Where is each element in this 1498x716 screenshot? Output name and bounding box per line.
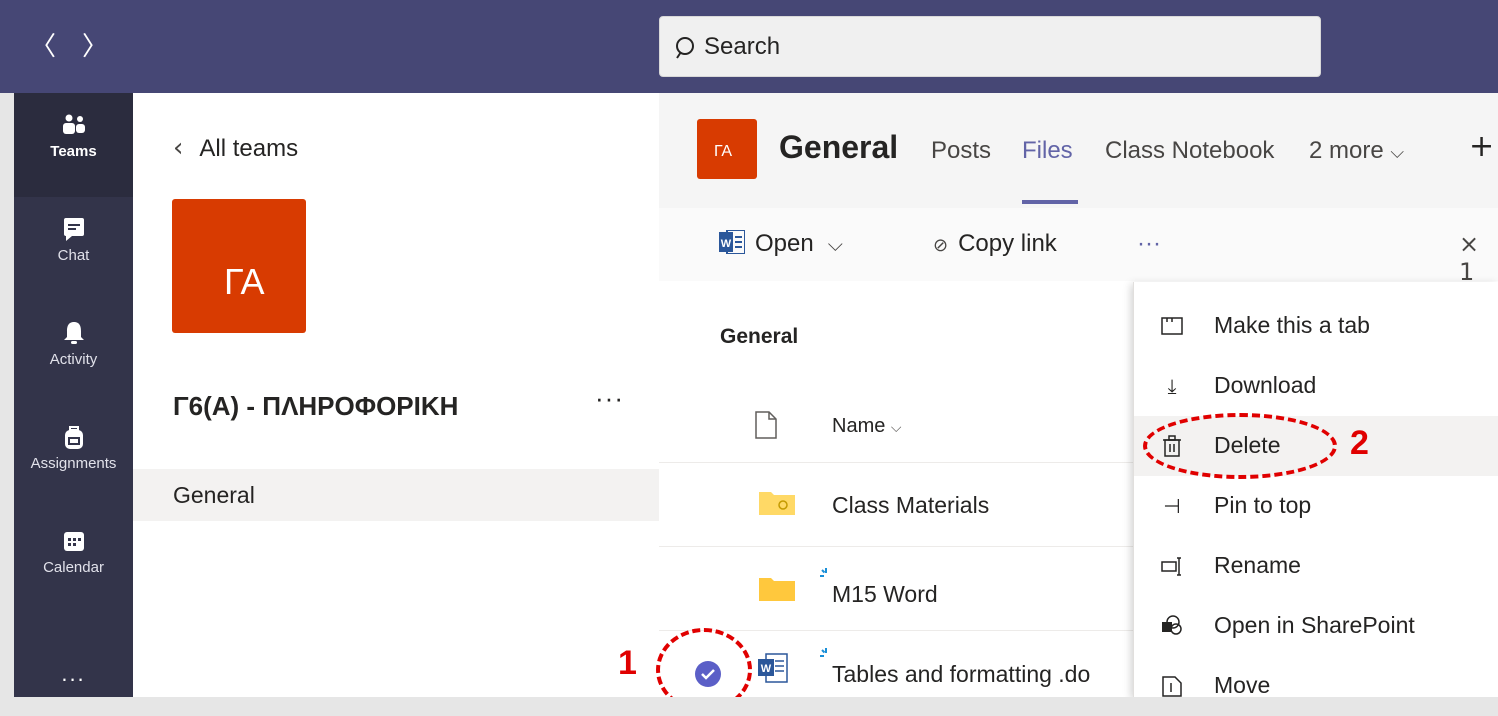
channel-avatar-initials: ΓΑ (714, 143, 733, 160)
folder-icon (759, 578, 795, 601)
title-bar: 〈 〉 (0, 0, 1498, 93)
channel-item-general[interactable]: General (133, 469, 659, 521)
all-teams-link[interactable]: ‹ All teams (173, 133, 298, 163)
chevron-down-icon: ⌵ (827, 232, 843, 256)
teams-icon (62, 114, 85, 134)
word-icon: W (719, 230, 745, 254)
step-1-label: 1 (618, 644, 637, 682)
menu-item-label: Make this a tab (1214, 312, 1370, 338)
tab-more[interactable]: 2 more ⌵ (1309, 137, 1404, 165)
chevron-down-icon: ⌵ (890, 420, 902, 436)
more-actions-button[interactable]: ··· (1137, 230, 1161, 258)
team-panel: ‹ All teams ΓΑ Γ6(Α) - ΠΛΗΡΟΦΟΡΙΚΗ ··· Ge… (133, 93, 659, 697)
team-avatar-initials: ΓΑ (224, 261, 265, 302)
close-icon: × (1459, 230, 1480, 258)
deselect-button[interactable]: × 1 (1459, 230, 1498, 286)
tab-more-label: 2 more (1309, 137, 1384, 164)
app-bar-label: Calendar (43, 559, 104, 576)
app-bar-label: Chat (57, 247, 90, 264)
team-name: Γ6(Α) - ΠΛΗΡΟΦΟΡΙΚΗ (173, 391, 459, 421)
app-bar-label: Assignments (30, 455, 117, 472)
all-teams-label: All teams (199, 135, 299, 162)
step-2-highlight (1143, 413, 1337, 479)
chevron-down-icon: ⌵ (1390, 142, 1405, 163)
menu-item-download[interactable]: ⤓ Download (1134, 356, 1498, 416)
app-bar-teams[interactable]: Teams (14, 93, 133, 197)
app-bar-edge (0, 93, 14, 697)
new-item-icon (820, 568, 827, 577)
channel-avatar: ΓΑ (697, 119, 757, 179)
add-tab-button[interactable]: + (1469, 129, 1494, 164)
bell-icon (63, 322, 84, 344)
pin-icon: ⊣ (1163, 494, 1181, 518)
menu-item-label: Open in SharePoint (1214, 612, 1415, 638)
open-button[interactable]: W Open ⌵ (719, 230, 843, 258)
app-bar-activity[interactable]: Activity (14, 301, 133, 405)
file-type-icon (755, 411, 777, 439)
menu-item-label: Move (1214, 672, 1271, 697)
svg-text:W: W (761, 663, 772, 675)
backpack-icon (64, 426, 83, 449)
word-file-icon: W (758, 653, 788, 683)
forward-arrow-icon[interactable]: 〉 (80, 30, 110, 64)
bottom-margin (0, 697, 1498, 716)
back-arrow-icon[interactable]: 〈 (28, 30, 58, 64)
menu-item-label: Pin to top (1214, 492, 1312, 518)
file-name[interactable]: M15 Word (832, 581, 938, 608)
rename-icon (1161, 557, 1181, 576)
tab-class-notebook[interactable]: Class Notebook (1105, 137, 1274, 165)
app-bar: Teams Chat Activity Assignments Calendar… (0, 93, 133, 697)
search-input[interactable] (704, 31, 1304, 63)
tab-icon (1161, 317, 1183, 335)
menu-item-open-sharepoint[interactable]: Open in SharePoint (1134, 596, 1498, 656)
breadcrumb: General (720, 325, 799, 348)
context-menu: Make this a tab ⤓ Download Delete ⊣ Pin … (1133, 282, 1498, 697)
menu-item-label: Rename (1214, 552, 1301, 578)
search-box[interactable] (659, 16, 1321, 77)
name-column-label: Name (832, 415, 886, 437)
file-name[interactable]: Tables and formatting .do (832, 661, 1090, 688)
chevron-left-icon: ‹ (173, 133, 184, 163)
menu-item-label: Download (1214, 372, 1317, 398)
file-name[interactable]: Class Materials (832, 492, 989, 519)
app-bar-label: Activity (49, 351, 98, 368)
linked-folder-icon (759, 492, 795, 515)
more-apps-button[interactable]: ... (14, 661, 133, 687)
teams-window: 〈 〉 Teams (0, 0, 1498, 697)
name-column-header[interactable]: Name ⌵ (832, 415, 902, 438)
move-icon (1162, 676, 1182, 697)
chat-icon (63, 218, 84, 241)
app-bar-label: Teams (50, 143, 97, 160)
team-avatar: ΓΑ (172, 199, 306, 333)
team-more-options-button[interactable]: ··· (595, 383, 624, 414)
open-label: Open (755, 230, 814, 257)
copy-link-button[interactable]: ⊘ Copy link (933, 230, 1057, 258)
app-bar-calendar[interactable]: Calendar (14, 509, 133, 613)
command-bar: W Open ⌵ ⊘ Copy link ··· × 1 (659, 208, 1498, 286)
copy-link-label: Copy link (958, 230, 1057, 257)
app-bar-assignments[interactable]: Assignments (14, 405, 133, 509)
calendar-icon (63, 532, 84, 551)
sharepoint-icon (1162, 615, 1182, 635)
search-icon (676, 37, 694, 59)
tab-files[interactable]: Files (1022, 137, 1073, 165)
tab-posts[interactable]: Posts (931, 137, 991, 165)
channel-header: ΓΑ General Posts Files Class Notebook 2 … (659, 93, 1498, 208)
new-item-icon (820, 648, 827, 657)
link-icon: ⊘ (933, 235, 949, 255)
active-tab-indicator (1022, 200, 1078, 204)
channel-title: General (779, 129, 899, 165)
menu-item-rename[interactable]: Rename (1134, 536, 1498, 596)
channel-label: General (173, 482, 255, 508)
download-icon: ⤓ (1167, 374, 1177, 398)
menu-item-pin-to-top[interactable]: ⊣ Pin to top (1134, 476, 1498, 536)
svg-text:W: W (721, 238, 732, 250)
menu-item-make-tab[interactable]: Make this a tab (1134, 296, 1498, 356)
menu-item-move[interactable]: Move (1134, 656, 1498, 697)
step-2-label: 2 (1350, 424, 1369, 462)
app-bar-chat[interactable]: Chat (14, 197, 133, 301)
